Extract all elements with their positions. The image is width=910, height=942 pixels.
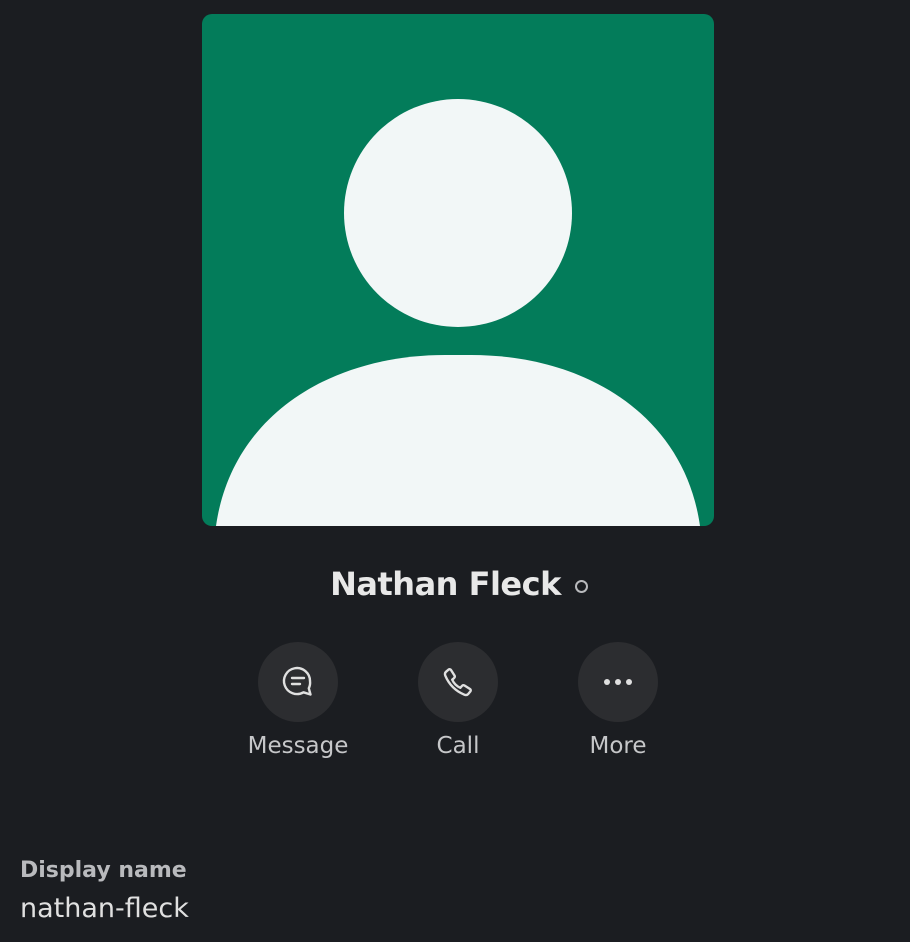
call-button-label: Call [436, 733, 480, 759]
profile-panel: Nathan Fleck Message Call More Display n… [0, 0, 910, 942]
display-name-field: Display name nathan-fleck [20, 858, 189, 924]
profile-avatar[interactable] [202, 14, 714, 526]
presence-away-icon [574, 579, 588, 593]
more-button[interactable]: More [558, 642, 678, 759]
profile-name: Nathan Fleck [330, 565, 561, 603]
profile-name-row: Nathan Fleck [0, 560, 910, 608]
message-button-label: Message [247, 733, 349, 759]
call-button-circle[interactable] [418, 642, 498, 722]
default-user-avatar-icon [202, 14, 714, 526]
phone-icon [443, 668, 472, 697]
more-icon [604, 679, 632, 685]
display-name-value: nathan-fleck [20, 893, 189, 924]
more-button-circle[interactable] [578, 642, 658, 722]
message-icon [282, 666, 312, 696]
more-button-label: More [589, 733, 647, 759]
message-button-circle[interactable] [258, 642, 338, 722]
call-button[interactable]: Call [398, 642, 518, 759]
message-button[interactable]: Message [238, 642, 358, 759]
display-name-label: Display name [20, 858, 187, 883]
